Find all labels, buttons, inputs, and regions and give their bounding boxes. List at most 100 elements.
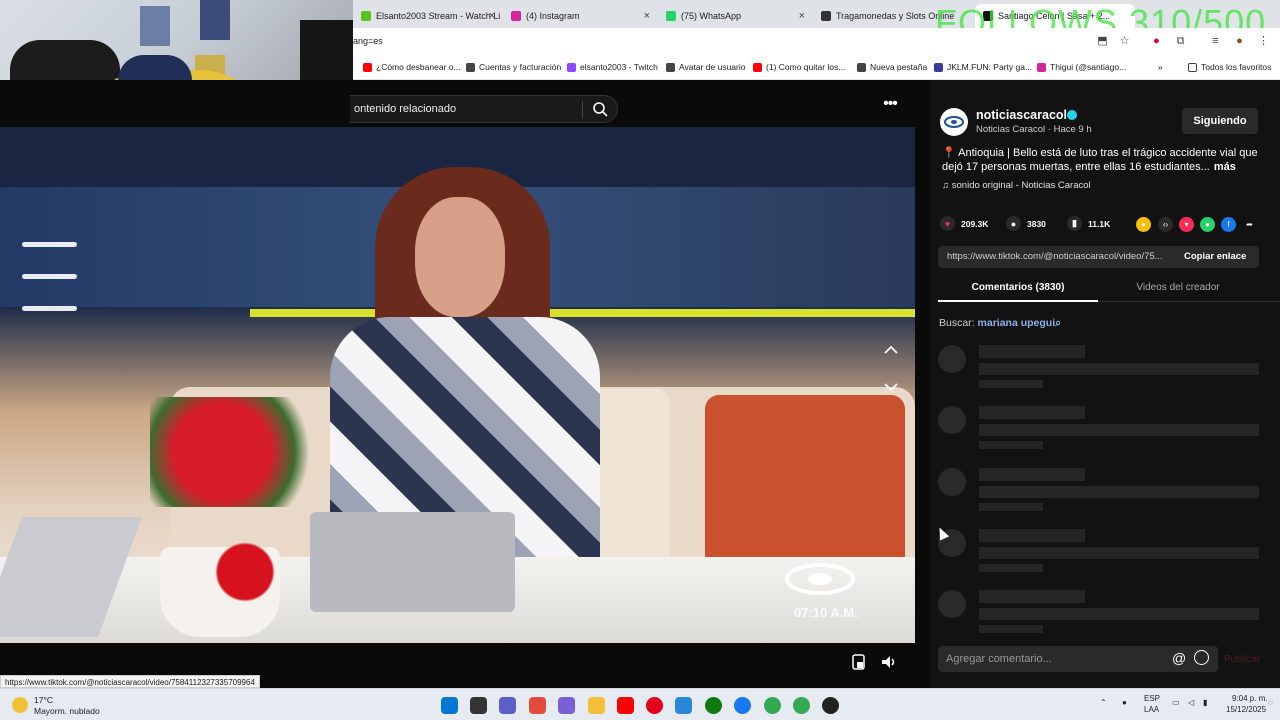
search-query[interactable]: mariana upegui [978, 317, 1056, 329]
all-favorites[interactable]: Todos los favoritos [1188, 62, 1271, 72]
related-search-text[interactable]: ontenido relacionado [354, 103, 456, 115]
mention-icon[interactable]: @ [1172, 650, 1186, 666]
comment-skeleton [938, 406, 1268, 449]
teams-icon[interactable] [558, 697, 575, 714]
bookmark-item[interactable]: ¿Cómo desbanear o... [363, 62, 461, 72]
bookmark-item[interactable]: JKLM.FUN: Party ga... [934, 62, 1032, 72]
bookmarks-bar: ¿Cómo desbanear o... Cuentas y facturaci… [353, 56, 1280, 80]
bookmark-item[interactable]: (1) Como quitar los... [753, 62, 845, 72]
previous-video-icon[interactable] [880, 339, 902, 361]
battery-icon[interactable]: ▮ [1203, 698, 1207, 707]
tab-creator-videos[interactable]: Videos del creador [1098, 282, 1258, 293]
star-icon[interactable]: ☆ [1118, 35, 1131, 48]
edge-icon[interactable] [705, 697, 722, 714]
facebook-icon[interactable] [734, 697, 751, 714]
language-layout[interactable]: LAA [1144, 705, 1159, 714]
share-arrow-icon[interactable]: ➦ [1242, 217, 1257, 232]
menu-icon[interactable]: ⋮ [1257, 35, 1270, 48]
publish-button[interactable]: Publicar [1224, 654, 1260, 665]
tab-elsanto[interactable]: Elsanto2003 Stream - Watch Li × [353, 4, 503, 28]
bookmark-item[interactable]: elsanto2003 - Twitch [567, 62, 658, 72]
address-bar[interactable]: ang=es ⬒ ☆ ● ⧉ ≡ ● ⋮ [353, 28, 1280, 56]
close-icon[interactable]: × [489, 10, 495, 22]
copilot-icon[interactable] [529, 697, 546, 714]
search-icon[interactable] [590, 99, 610, 119]
chrome-profile-icon[interactable] [793, 697, 810, 714]
url-text[interactable]: ang=es [353, 36, 383, 46]
obs-icon[interactable] [822, 697, 839, 714]
related-search-bar[interactable]: ontenido relacionado [350, 95, 618, 123]
avatar[interactable] [940, 108, 968, 136]
heart-icon: ♥ [940, 216, 955, 231]
install-icon[interactable]: ⬒ [1096, 35, 1109, 48]
bookmarks-more-button[interactable]: » [1158, 62, 1163, 72]
following-button[interactable]: Siguiendo [1182, 108, 1258, 134]
opera-icon[interactable] [646, 697, 663, 714]
clock-date[interactable]: 15/12/2025 [1226, 705, 1266, 714]
facebook-icon[interactable]: f [1221, 217, 1236, 232]
more-link[interactable]: más [1214, 161, 1236, 173]
opera-extension-icon[interactable]: ● [1150, 35, 1163, 48]
studio-lights [22, 242, 77, 338]
bookmark-item[interactable]: Avatar de usuario [666, 62, 745, 72]
embed-icon[interactable]: ‹› [1158, 217, 1173, 232]
post-link[interactable]: https://www.tiktok.com/@noticiascaracol/… [947, 251, 1177, 262]
youtube-icon[interactable] [617, 697, 634, 714]
mic-icon[interactable]: ● [1122, 698, 1127, 707]
tray-chevron-icon[interactable]: ⌃ [1100, 698, 1107, 707]
language-indicator[interactable]: ESP [1144, 694, 1160, 703]
send-icon[interactable]: ▾ [1179, 217, 1194, 232]
instagram-icon [1037, 62, 1046, 72]
notifications-icon[interactable]: ◌ [1268, 698, 1273, 707]
tab-comments[interactable]: Comentarios (3830) [938, 282, 1098, 293]
video-player[interactable]: 07:10 A.M. [0, 127, 915, 643]
search-icon: ⌕ [1055, 317, 1062, 329]
copy-link-button[interactable]: Copiar enlace [1184, 251, 1246, 262]
task-view-icon[interactable] [470, 697, 487, 714]
weather-widget[interactable]: 17°C Mayorm. nublado [12, 694, 112, 718]
instagram-favicon-icon [511, 11, 521, 21]
comment-button[interactable]: ● 3830 [1006, 216, 1046, 231]
next-video-icon[interactable] [880, 376, 902, 398]
comment-input[interactable]: Agregar comentario... @ [938, 646, 1218, 672]
profile-avatar[interactable]: ● [1233, 35, 1246, 48]
volume-icon[interactable] [878, 651, 900, 673]
post-panel: noticiascaracol Noticias Caracol · Hace … [930, 80, 1280, 688]
media-icon[interactable]: ≡ [1209, 35, 1222, 48]
save-button[interactable]: ▮ 11.1K [1067, 216, 1110, 231]
bookmark-item[interactable]: Thigui (@santiago... [1037, 62, 1126, 72]
bookmark-label: Cuentas y facturación [479, 62, 562, 72]
username[interactable]: noticiascaracol [976, 108, 1067, 122]
miniplayer-icon[interactable] [848, 651, 870, 673]
close-icon[interactable]: × [644, 10, 650, 22]
speaker-icon[interactable]: ◁ [1188, 698, 1194, 707]
youtube-icon [753, 62, 762, 72]
weather-temp: 17°C [34, 695, 53, 705]
store-icon[interactable] [675, 697, 692, 714]
like-count: 209.3K [961, 218, 989, 229]
bookmark-item[interactable]: Cuentas y facturación [466, 62, 561, 72]
coin-icon[interactable]: ● [1136, 217, 1151, 232]
sound-link[interactable]: ♫ sonido original - Noticias Caracol [942, 180, 1091, 191]
tab-title: Elsanto2003 Stream - Watch Li [376, 11, 501, 21]
close-icon[interactable]: × [799, 10, 805, 22]
extensions-icon[interactable]: ⧉ [1174, 35, 1187, 48]
search-prefix: Buscar: [939, 317, 975, 329]
network-icon[interactable]: ▭ [1172, 698, 1180, 707]
windows-start-icon[interactable] [441, 697, 458, 714]
chat-icon[interactable] [499, 697, 516, 714]
chrome-icon[interactable] [764, 697, 781, 714]
clock-time[interactable]: 9:04 p. m. [1232, 694, 1268, 703]
verified-badge-icon [1067, 110, 1077, 120]
emoji-icon[interactable] [1194, 650, 1209, 665]
tab-whatsapp[interactable]: (75) WhatsApp × [658, 4, 813, 28]
whatsapp-icon[interactable]: ● [1200, 217, 1215, 232]
bookmark-item[interactable]: Nueva pestaña [857, 62, 927, 72]
file-explorer-icon[interactable] [588, 697, 605, 714]
taskbar: 17°C Mayorm. nublado ⌃ ● ESP LAA ▭ ◁ ▮ 9… [0, 688, 1280, 720]
tab-instagram[interactable]: (4) Instagram × [503, 4, 658, 28]
more-options-button[interactable]: ••• [876, 95, 904, 119]
active-tab-indicator [938, 300, 1098, 302]
like-button[interactable]: ♥ 209.3K [940, 216, 988, 231]
comment-search[interactable]: Buscar: mariana upegui⌕ [939, 317, 1061, 330]
